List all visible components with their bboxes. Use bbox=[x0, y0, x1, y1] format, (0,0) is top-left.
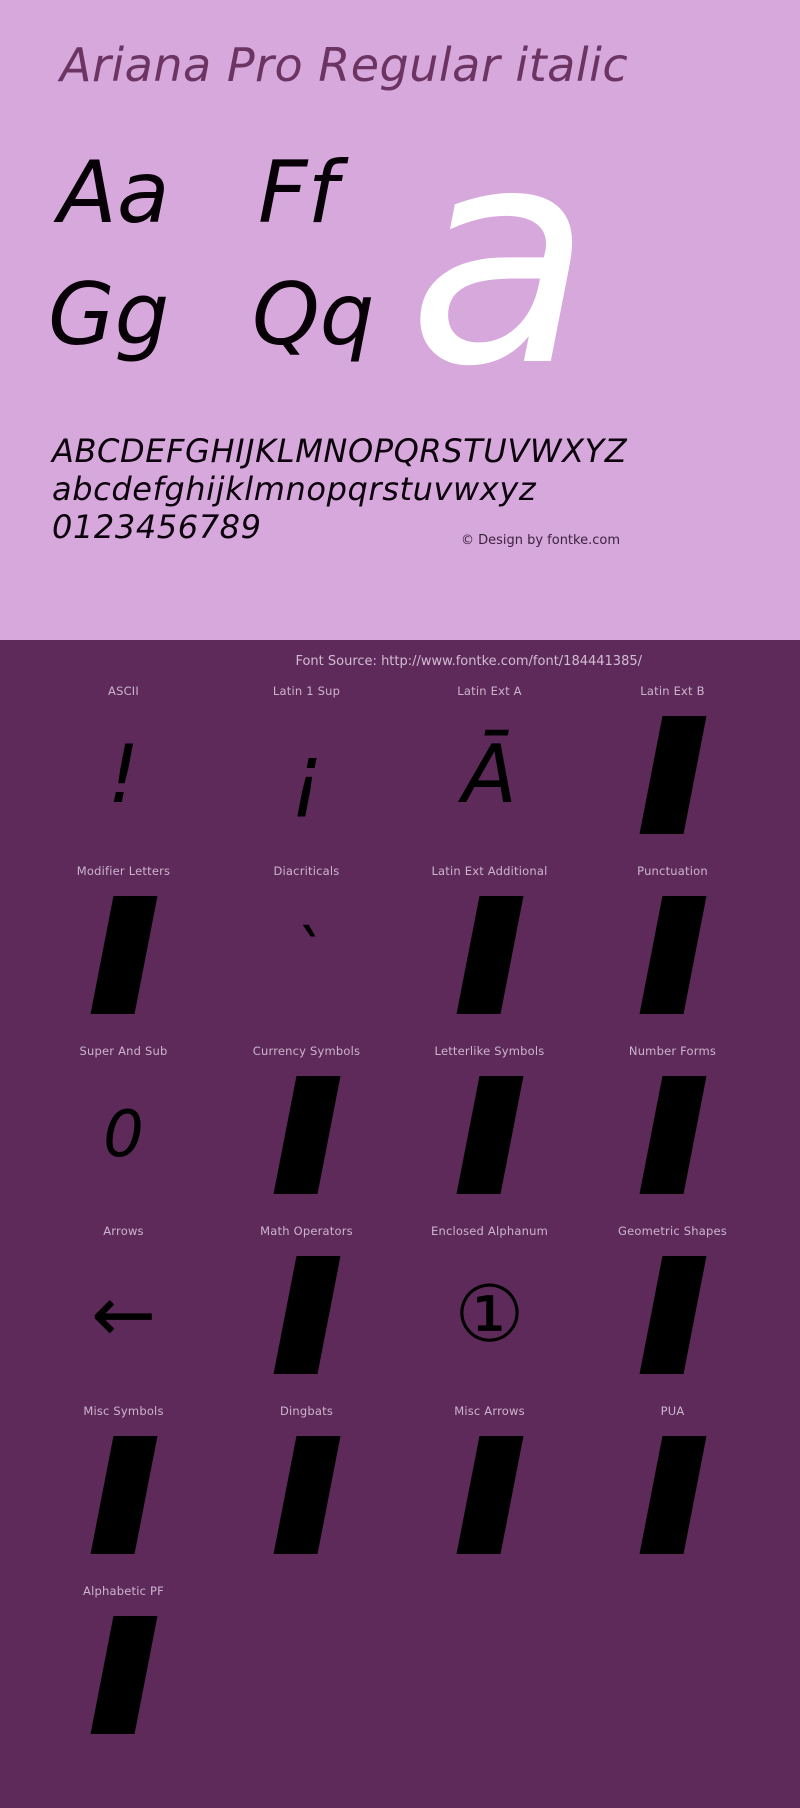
tofu-box-icon bbox=[90, 896, 157, 1014]
block-cell[interactable]: Modifier Letters bbox=[32, 862, 215, 1042]
block-row: Arrows ← Math Operators Enclosed Alphanum ① G… bbox=[0, 1222, 800, 1402]
block-label: Punctuation bbox=[637, 864, 708, 878]
sample-glyph: Ā bbox=[462, 728, 517, 821]
block-label: Latin Ext Additional bbox=[431, 864, 548, 878]
block-label: Math Operators bbox=[260, 1224, 353, 1238]
tofu-box-icon bbox=[639, 1436, 706, 1554]
block-row: Super And Sub 0 Currency Symbols Letterlike… bbox=[0, 1042, 800, 1222]
tofu-box-icon bbox=[639, 896, 706, 1014]
alphabet-lowercase: abcdefghijklmnopqrstuvwxyz bbox=[52, 470, 537, 508]
block-cell[interactable]: Letterlike Symbols bbox=[398, 1042, 581, 1222]
block-label: Diacriticals bbox=[273, 864, 340, 878]
notdef-glyph-icon bbox=[32, 880, 215, 1030]
notdef-glyph-icon bbox=[581, 880, 764, 1030]
sample-glyph: 0 bbox=[103, 1098, 144, 1172]
block-cell[interactable]: Latin Ext B bbox=[581, 682, 764, 862]
block-cell[interactable]: Arrows ← bbox=[32, 1222, 215, 1402]
tofu-box-icon bbox=[456, 896, 523, 1014]
unicode-blocks-band: Font Source: http://www.fontke.com/font/… bbox=[0, 640, 800, 1808]
watermark-letter: a bbox=[408, 83, 592, 432]
block-cell[interactable]: Geometric Shapes bbox=[581, 1222, 764, 1402]
font-source-link: Font Source: http://www.fontke.com/font/… bbox=[295, 654, 642, 669]
block-label: Geometric Shapes bbox=[618, 1224, 727, 1238]
sample-glyph: ˋ bbox=[290, 918, 323, 992]
block-label: PUA bbox=[660, 1404, 685, 1418]
block-cell[interactable]: Diacriticals ˋ bbox=[215, 862, 398, 1042]
block-cell[interactable]: Punctuation bbox=[581, 862, 764, 1042]
block-label: Enclosed Alphanum bbox=[430, 1224, 548, 1238]
notdef-glyph-icon bbox=[215, 1240, 398, 1390]
block-label: Currency Symbols bbox=[252, 1044, 361, 1058]
block-row: Modifier Letters Diacriticals ˋ Latin Ext A… bbox=[0, 862, 800, 1042]
block-label: Number Forms bbox=[628, 1044, 717, 1058]
notdef-glyph-icon bbox=[398, 880, 581, 1030]
block-label: Modifier Letters bbox=[76, 864, 171, 878]
block-cell[interactable]: Latin Ext Additional bbox=[398, 862, 581, 1042]
block-label: Latin 1 Sup bbox=[272, 684, 341, 698]
sample-glyph: ! bbox=[107, 728, 140, 821]
tofu-box-icon bbox=[456, 1076, 523, 1194]
notdef-glyph-icon bbox=[581, 1420, 764, 1570]
specimen-band: Ariana Pro Regular italic a Aa Ff Gg Qq … bbox=[0, 0, 800, 640]
block-cell[interactable]: Super And Sub 0 bbox=[32, 1042, 215, 1222]
tofu-box-icon bbox=[639, 1076, 706, 1194]
letter-pair-qq: Qq bbox=[252, 265, 375, 365]
tofu-box-icon bbox=[639, 716, 706, 834]
block-cell[interactable]: Misc Arrows bbox=[398, 1402, 581, 1582]
notdef-glyph-icon bbox=[581, 700, 764, 850]
block-label: Latin Ext A bbox=[457, 684, 522, 698]
tofu-box-icon bbox=[273, 1256, 340, 1374]
tofu-box-icon bbox=[456, 1436, 523, 1554]
tofu-box-icon bbox=[639, 1256, 706, 1374]
block-label: ASCII bbox=[108, 684, 139, 698]
block-cell[interactable]: PUA bbox=[581, 1402, 764, 1582]
sample-glyph: ← bbox=[90, 1270, 157, 1360]
block-cell[interactable]: Math Operators bbox=[215, 1222, 398, 1402]
block-cell[interactable]: ASCII! bbox=[32, 682, 215, 862]
block-cell[interactable]: Enclosed Alphanum ① bbox=[398, 1222, 581, 1402]
block-label: Alphabetic PF bbox=[83, 1584, 164, 1598]
unicode-block-grid: ASCII! Latin 1 Sup ¡ Latin Ext A Ā Latin Ext … bbox=[0, 682, 800, 1762]
notdef-glyph-icon bbox=[215, 1060, 398, 1210]
block-cell[interactable]: Currency Symbols bbox=[215, 1042, 398, 1222]
block-label: Super And Sub bbox=[79, 1044, 168, 1058]
block-cell[interactable]: Latin 1 Sup ¡ bbox=[215, 682, 398, 862]
notdef-glyph-icon bbox=[581, 1240, 764, 1390]
block-row: ASCII! Latin 1 Sup ¡ Latin Ext A Ā Latin Ext … bbox=[0, 682, 800, 862]
block-cell[interactable]: Misc Symbols bbox=[32, 1402, 215, 1582]
block-label: Letterlike Symbols bbox=[434, 1044, 545, 1058]
sample-glyph: ① bbox=[454, 1270, 525, 1360]
letter-pair-ff: Ff bbox=[258, 143, 338, 243]
block-label: Misc Arrows bbox=[454, 1404, 525, 1418]
tofu-box-icon bbox=[90, 1616, 157, 1734]
notdef-glyph-icon bbox=[215, 1420, 398, 1570]
tofu-box-icon bbox=[273, 1436, 340, 1554]
block-cell[interactable]: Dingbats bbox=[215, 1402, 398, 1582]
alphabet-uppercase: ABCDEFGHIJKLMNOPQRSTUVWXYZ bbox=[52, 432, 628, 470]
block-cell[interactable]: Latin Ext A Ā bbox=[398, 682, 581, 862]
block-label: Latin Ext B bbox=[640, 684, 705, 698]
block-cell[interactable]: Alphabetic PF bbox=[32, 1582, 215, 1762]
block-label: Misc Symbols bbox=[83, 1404, 164, 1418]
block-row: Alphabetic PF bbox=[0, 1582, 800, 1762]
block-label: Arrows bbox=[103, 1224, 144, 1238]
letter-pair-gg: Gg bbox=[48, 265, 170, 365]
tofu-box-icon bbox=[273, 1076, 340, 1194]
sample-glyph: ¡ bbox=[290, 728, 323, 821]
block-label: Dingbats bbox=[279, 1404, 334, 1418]
letter-pair-aa: Aa bbox=[58, 143, 170, 243]
digit-sequence: 0123456789 bbox=[52, 508, 262, 546]
font-specimen-page: Ariana Pro Regular italic a Aa Ff Gg Qq … bbox=[0, 0, 800, 1808]
notdef-glyph-icon bbox=[581, 1060, 764, 1210]
notdef-glyph-icon bbox=[398, 1420, 581, 1570]
tofu-box-icon bbox=[90, 1436, 157, 1554]
notdef-glyph-icon bbox=[398, 1060, 581, 1210]
copyright-notice: © Design by fontke.com bbox=[460, 533, 620, 548]
notdef-glyph-icon bbox=[32, 1600, 215, 1750]
notdef-glyph-icon bbox=[32, 1420, 215, 1570]
block-cell[interactable]: Number Forms bbox=[581, 1042, 764, 1222]
block-row: Misc Symbols Dingbats Misc Arrows PUA bbox=[0, 1402, 800, 1582]
